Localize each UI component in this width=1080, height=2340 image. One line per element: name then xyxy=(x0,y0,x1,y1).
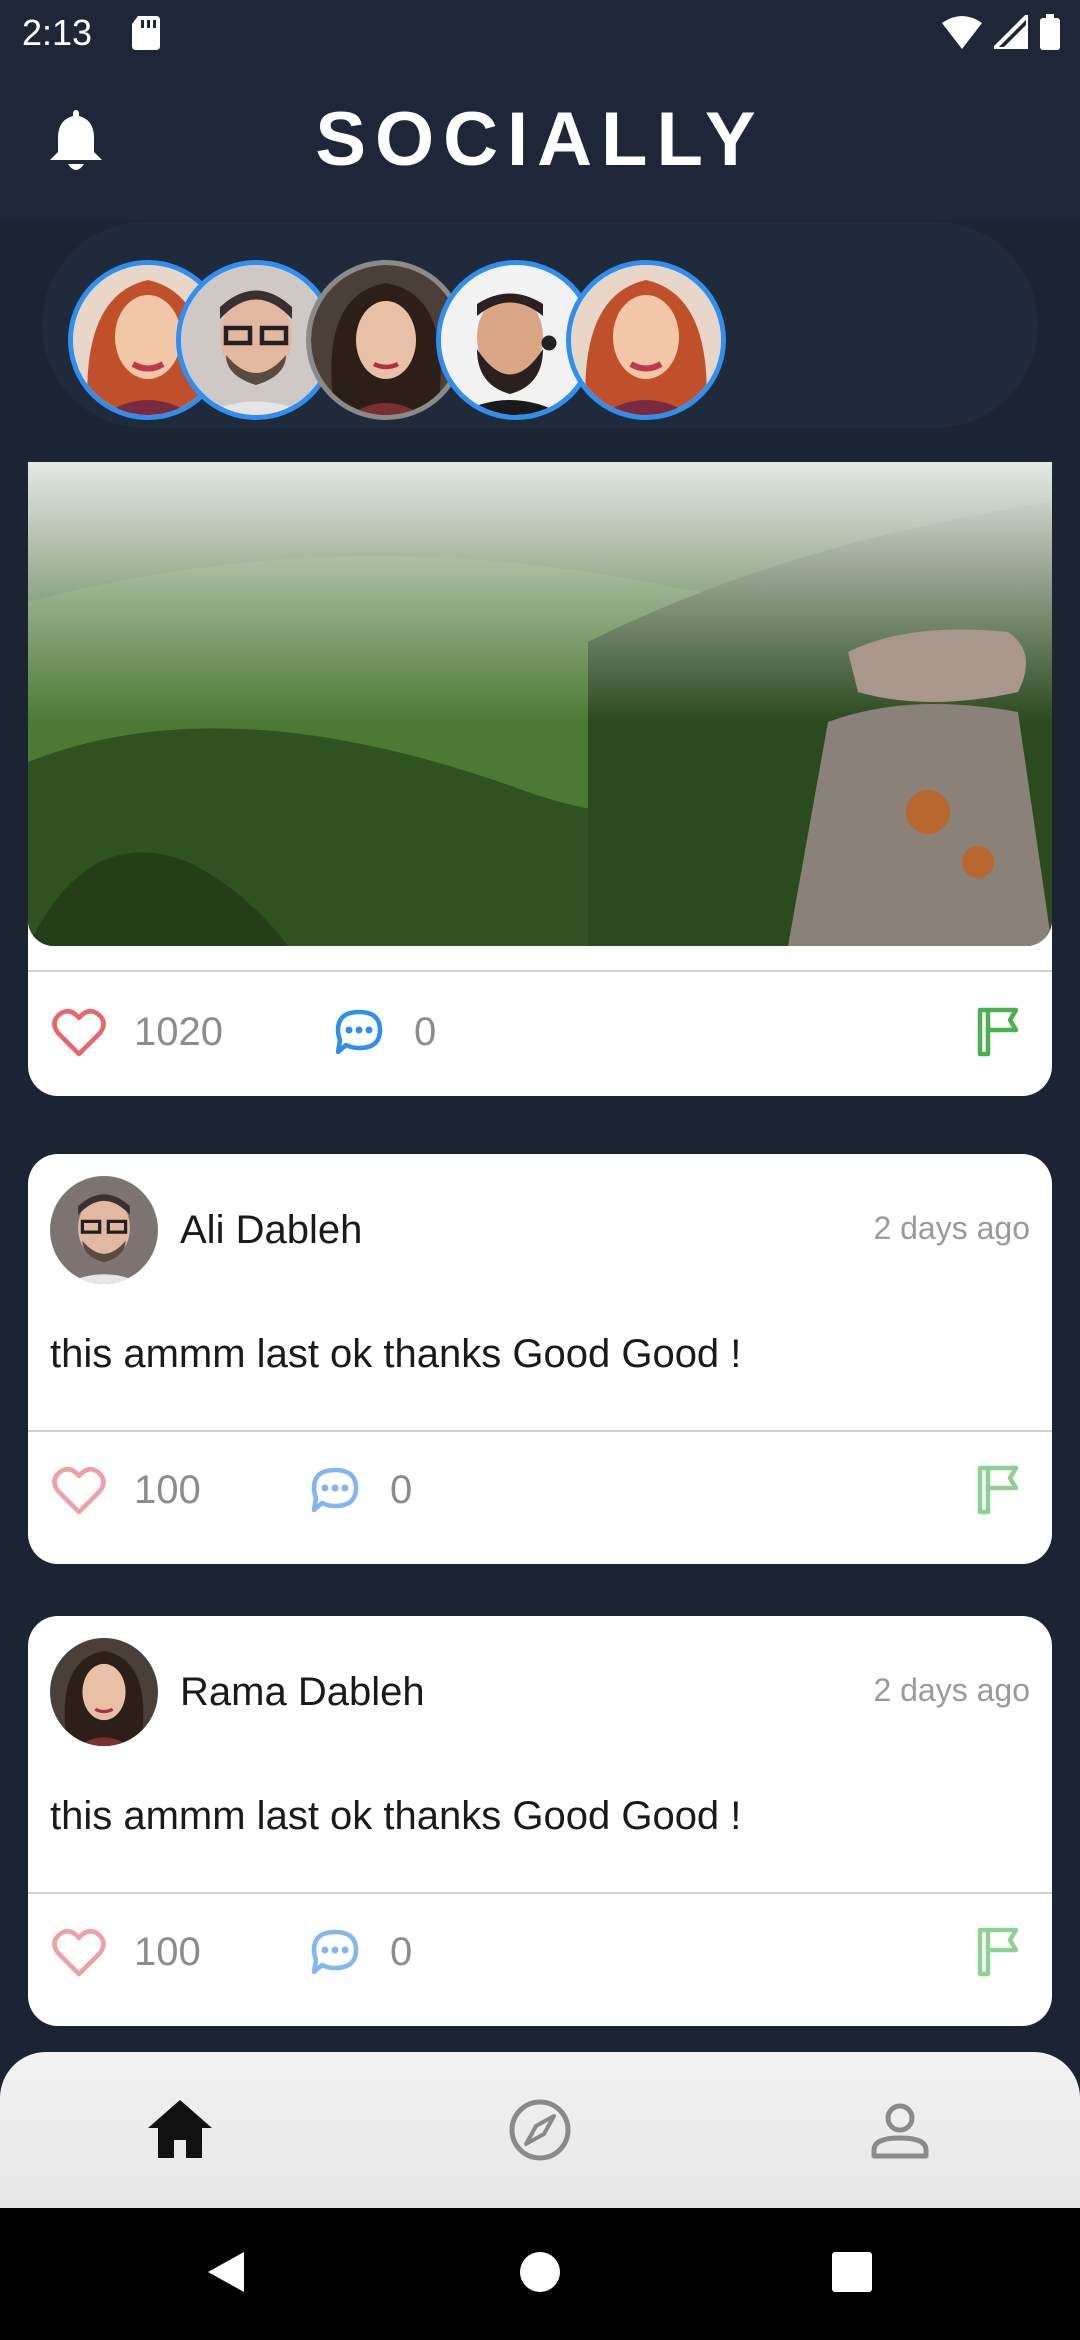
post-actions: 1020 0 xyxy=(28,996,1052,1096)
home-icon[interactable] xyxy=(140,2090,220,2170)
post-text: this ammm last ok thanks Good Good ! xyxy=(50,1794,742,1838)
story-avatar-5[interactable] xyxy=(566,260,726,420)
chat-bubble-icon[interactable] xyxy=(310,1928,360,1976)
home-circle-icon[interactable] xyxy=(518,2248,562,2296)
recents-icon[interactable] xyxy=(830,2248,874,2296)
compass-icon[interactable] xyxy=(500,2090,580,2170)
sd-card-icon xyxy=(132,16,160,50)
post-card: Rama Dableh 2 days ago this ammm last ok… xyxy=(28,1616,1052,2026)
chat-bubble-icon[interactable] xyxy=(310,1466,360,1514)
chat-bubble-icon[interactable] xyxy=(334,1008,384,1056)
status-bar: 2:13 xyxy=(0,0,1080,66)
divider xyxy=(28,1430,1052,1432)
post-card-image: 1020 0 xyxy=(28,462,1052,1096)
comment-count: 0 xyxy=(390,1468,413,1512)
heart-outline-icon[interactable] xyxy=(52,1008,106,1058)
avatar[interactable] xyxy=(50,1638,158,1746)
bottom-nav xyxy=(0,2052,1080,2208)
post-time: 2 days ago xyxy=(873,1672,1030,1708)
divider xyxy=(28,1892,1052,1894)
battery-icon xyxy=(1040,14,1060,50)
bookmark-icon[interactable] xyxy=(976,1006,1024,1058)
wifi-icon xyxy=(942,16,982,49)
post-image[interactable] xyxy=(28,462,1052,946)
person-icon[interactable] xyxy=(860,2090,940,2170)
author-name[interactable]: Ali Dableh xyxy=(180,1208,362,1253)
post-actions: 100 0 xyxy=(28,1916,1052,2016)
comment-count: 0 xyxy=(414,1010,437,1054)
like-count: 100 xyxy=(134,1930,201,1974)
comment-count: 0 xyxy=(390,1930,413,1974)
post-text: this ammm last ok thanks Good Good ! xyxy=(50,1332,742,1376)
like-count: 1020 xyxy=(134,1010,223,1054)
back-icon[interactable] xyxy=(204,2248,248,2296)
app-header: SOCIALLY xyxy=(0,66,1080,220)
system-nav-bar xyxy=(0,2208,1080,2340)
heart-outline-icon[interactable] xyxy=(52,1466,106,1516)
status-time: 2:13 xyxy=(22,12,93,53)
bookmark-icon[interactable] xyxy=(976,1926,1024,1978)
post-card: Ali Dableh 2 days ago this ammm last ok … xyxy=(28,1154,1052,1564)
signal-icon xyxy=(994,15,1028,49)
heart-outline-icon[interactable] xyxy=(52,1928,106,1978)
stories-bar xyxy=(42,222,1038,428)
post-actions: 100 0 xyxy=(28,1454,1052,1554)
avatar[interactable] xyxy=(50,1176,158,1284)
divider xyxy=(28,970,1052,972)
post-time: 2 days ago xyxy=(873,1210,1030,1246)
bookmark-icon[interactable] xyxy=(976,1464,1024,1516)
author-name[interactable]: Rama Dableh xyxy=(180,1670,425,1715)
app-title: SOCIALLY xyxy=(315,97,765,182)
like-count: 100 xyxy=(134,1468,201,1512)
